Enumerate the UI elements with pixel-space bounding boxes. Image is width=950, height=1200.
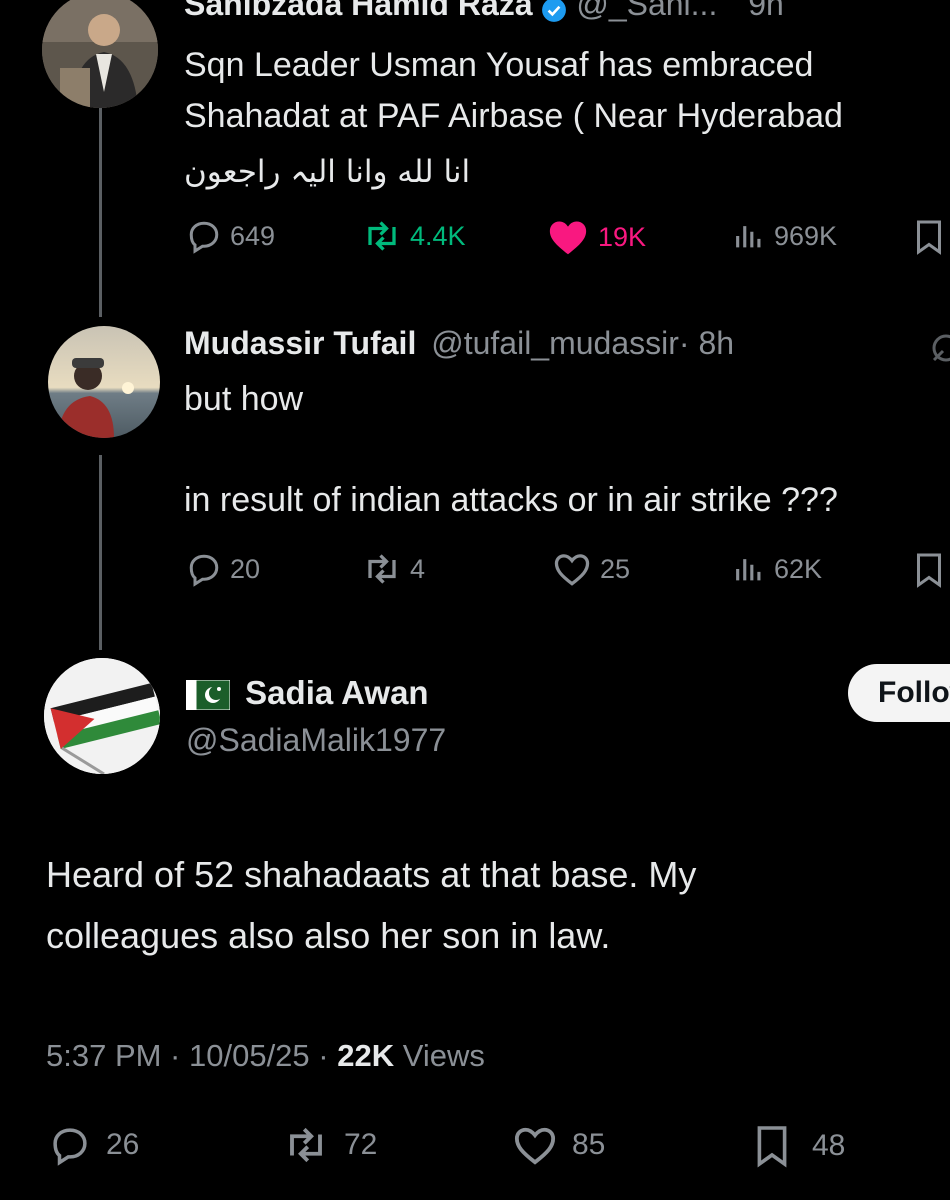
repost-count: 72: [344, 1128, 378, 1161]
tweet-time[interactable]: · 8h: [679, 325, 734, 361]
timestamp-text[interactable]: 5:37 PM · 10/05/25 ·: [46, 1038, 337, 1073]
tweet-text-line: Shahadat at PAF Airbase ( Near Hyderabad: [184, 97, 843, 135]
author-handle[interactable]: @tufail_mudassir: [431, 325, 679, 361]
heart-filled-icon: [546, 218, 590, 256]
repost-button[interactable]: 4.4K: [362, 218, 466, 254]
tweet-header: Sadia Awan: [186, 674, 429, 712]
tweet-text-line: but how: [184, 380, 304, 418]
reply-button[interactable]: 26: [48, 1124, 139, 1166]
reply-icon: [186, 551, 222, 587]
heart-icon: [512, 1124, 558, 1166]
grok-icon[interactable]: [928, 330, 950, 371]
views-button[interactable]: 969K: [732, 218, 837, 254]
repost-button[interactable]: 72: [282, 1124, 377, 1166]
like-button[interactable]: 85: [512, 1124, 605, 1166]
views-count: 62K: [774, 553, 823, 584]
bookmark-button[interactable]: 48: [754, 1124, 845, 1168]
tweet-text-line: colleagues also also her son in law.: [46, 915, 611, 956]
follow-button[interactable]: Follow: [848, 664, 950, 722]
views-button[interactable]: 62K: [732, 551, 822, 587]
reply-button[interactable]: 649: [186, 218, 275, 254]
bookmark-icon: [914, 551, 944, 589]
thread-line: [99, 455, 102, 650]
verified-icon: [541, 0, 567, 22]
avatar[interactable]: [42, 0, 158, 108]
tweet-text-line: Sqn Leader Usman Yousaf has embraced: [184, 46, 814, 84]
avatar[interactable]: [44, 658, 160, 774]
repost-icon: [282, 1124, 330, 1166]
views-label: Views: [394, 1038, 485, 1073]
author-handle[interactable]: @SadiaMalik1977: [186, 722, 446, 759]
tweet-text-urdu: انا لله وانا اليہ راجعون: [184, 154, 471, 190]
repost-count: 4.4K: [410, 220, 466, 251]
bookmark-button[interactable]: [914, 218, 944, 256]
thread-line: [99, 105, 102, 317]
reply-count: 20: [230, 553, 261, 584]
tweet-header: Mudassir Tufail @tufail_mudassir· 8h: [184, 325, 734, 362]
views-count: 22K: [337, 1038, 395, 1073]
repost-button[interactable]: 4: [362, 551, 425, 587]
author-name[interactable]: Mudassir Tufail: [184, 325, 416, 361]
reply-count: 26: [106, 1128, 140, 1161]
like-count: 25: [600, 553, 631, 584]
bookmark-count: 48: [812, 1129, 846, 1162]
tweet-text-line: in result of indian attacks or in air st…: [184, 481, 838, 519]
repost-icon: [362, 218, 402, 254]
reply-count: 649: [230, 220, 276, 251]
like-count: 85: [572, 1128, 606, 1161]
repost-count: 4: [410, 553, 426, 584]
tweet-text-line: Heard of 52 shahadaats at that base. My: [46, 854, 697, 895]
reply-icon: [48, 1124, 92, 1166]
bookmark-icon: [914, 218, 944, 256]
repost-icon: [362, 551, 402, 587]
author-name[interactable]: Sadia Awan: [245, 674, 428, 711]
author-name[interactable]: Sahibzada Hamid Raza: [184, 0, 533, 22]
views-icon: [732, 551, 766, 587]
heart-icon: [552, 551, 592, 587]
tweet-header: Sahibzada Hamid Raza @_Sahi... 9h: [184, 0, 784, 23]
author-handle[interactable]: @_Sahi...: [576, 0, 717, 22]
views-count: 969K: [774, 220, 838, 251]
bookmark-icon: [754, 1124, 790, 1168]
like-count: 19K: [598, 221, 647, 252]
reply-icon: [186, 218, 222, 254]
views-icon: [732, 218, 766, 254]
pakistan-flag-icon: [186, 679, 231, 711]
like-button[interactable]: 19K: [546, 218, 646, 256]
reply-button[interactable]: 20: [186, 551, 260, 587]
bookmark-button[interactable]: [914, 551, 944, 589]
like-button[interactable]: 25: [552, 551, 630, 587]
tweet-time[interactable]: 9h: [748, 0, 784, 22]
avatar[interactable]: [48, 326, 160, 438]
tweet-timestamp: 5:37 PM · 10/05/25 · 22K Views: [46, 1038, 485, 1074]
